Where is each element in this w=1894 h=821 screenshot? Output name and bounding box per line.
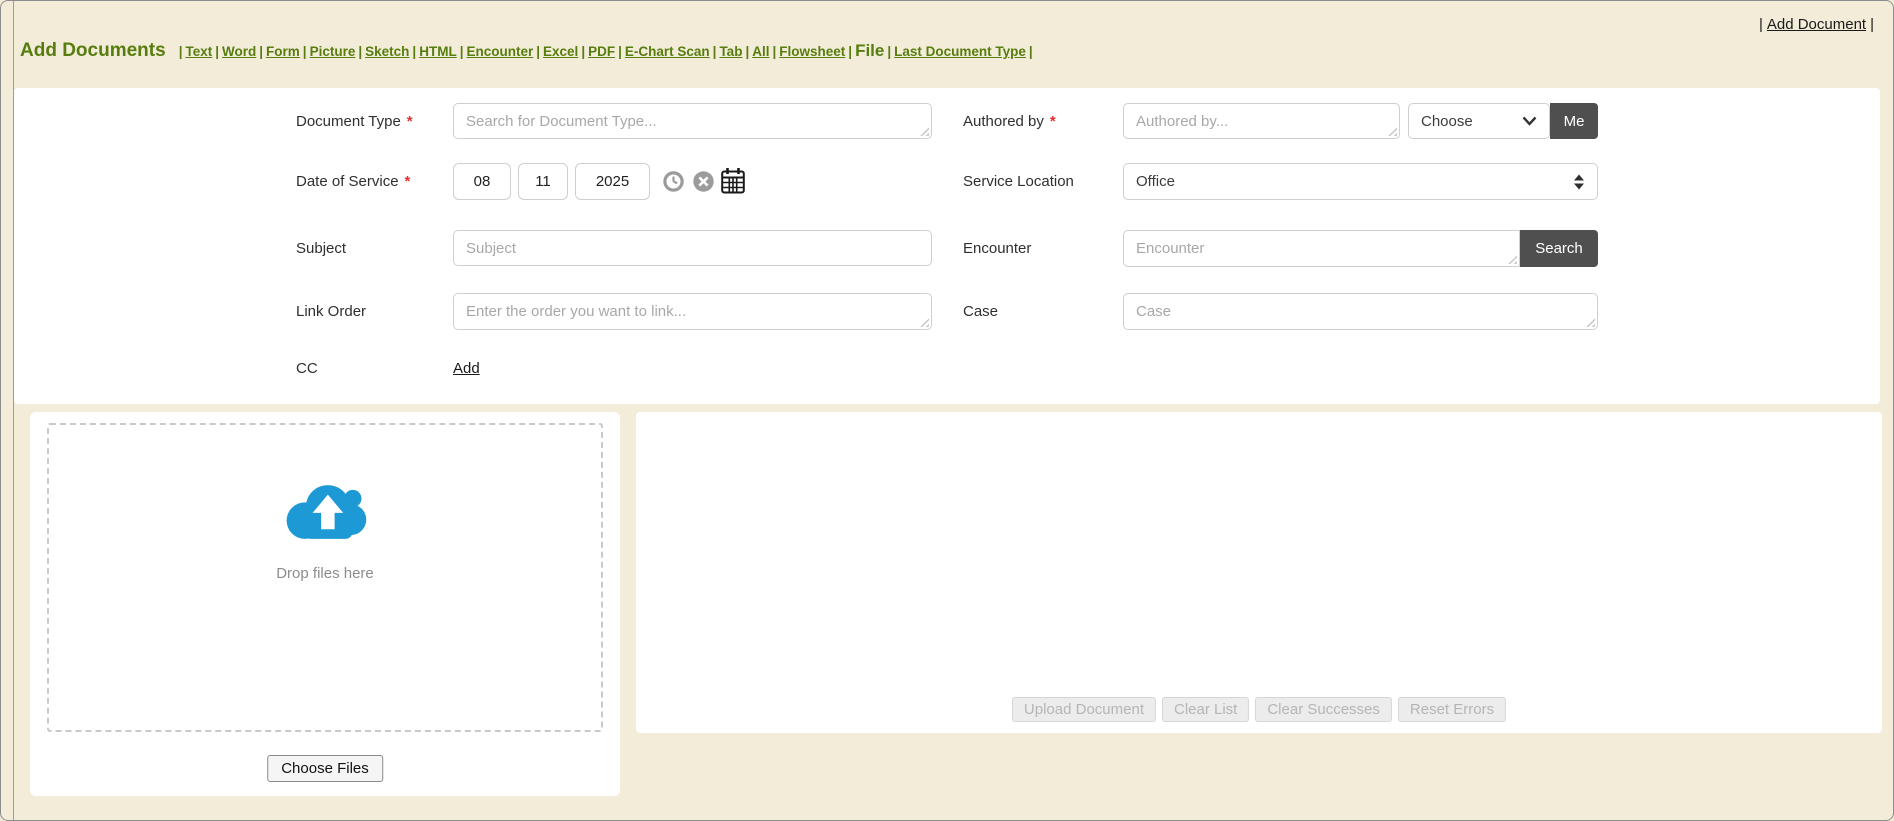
case-label: Case: [963, 303, 998, 320]
nav-link-pdf[interactable]: PDF: [588, 44, 615, 59]
nav-link-file[interactable]: File: [855, 41, 884, 60]
nav-link-picture[interactable]: Picture: [310, 44, 356, 59]
top-right-nav: |Add Document|: [1755, 16, 1878, 33]
nav-separator: |: [1870, 16, 1874, 33]
encounter-label: Encounter: [963, 240, 1031, 257]
case-input[interactable]: [1123, 293, 1598, 330]
document-type-label: Document Type*: [296, 113, 413, 130]
nav-link-text[interactable]: Text: [185, 44, 212, 59]
upload-document-button[interactable]: Upload Document: [1012, 697, 1156, 722]
calendar-icon[interactable]: [720, 167, 746, 195]
link-order-label: Link Order: [296, 303, 366, 320]
page-title: Add Documents: [20, 40, 166, 61]
subject-label: Subject: [296, 240, 346, 257]
clock-icon[interactable]: [662, 170, 685, 193]
clear-date-icon[interactable]: [692, 170, 715, 193]
clear-list-button[interactable]: Clear List: [1162, 697, 1249, 722]
nav-separator: |: [581, 44, 585, 59]
nav-link-e-chart-scan[interactable]: E-Chart Scan: [625, 44, 710, 59]
drop-zone[interactable]: Drop files here: [47, 423, 603, 732]
nav-separator: |: [713, 44, 717, 59]
service-location-select[interactable]: Office: [1123, 163, 1598, 200]
nav-separator: |: [303, 44, 307, 59]
upload-actions: Upload Document Clear List Clear Success…: [1012, 697, 1506, 722]
authored-by-input[interactable]: [1123, 103, 1400, 139]
required-marker: *: [405, 173, 411, 190]
nav-link-excel[interactable]: Excel: [543, 44, 578, 59]
date-day-input[interactable]: [518, 163, 568, 200]
nav-link-flowsheet[interactable]: Flowsheet: [779, 44, 845, 59]
link-order-input[interactable]: [453, 293, 932, 330]
nav-separator: |: [259, 44, 263, 59]
encounter-input[interactable]: [1123, 230, 1520, 267]
required-marker: *: [407, 113, 413, 130]
nav-separator: |: [358, 44, 362, 59]
choose-author-select[interactable]: Choose: [1408, 103, 1550, 139]
nav-separator: |: [887, 44, 891, 59]
nav-separator: |: [412, 44, 416, 59]
upload-list-panel: Upload Document Clear List Clear Success…: [636, 412, 1882, 733]
nav-separator: |: [215, 44, 219, 59]
header-bar: Add Documents|Text|Word|Form|Picture|Ske…: [20, 40, 1036, 62]
nav-link-tab[interactable]: Tab: [719, 44, 742, 59]
required-marker: *: [1050, 113, 1056, 130]
document-type-input[interactable]: [453, 103, 932, 139]
me-button[interactable]: Me: [1550, 103, 1598, 139]
drop-files-text: Drop files here: [49, 565, 601, 582]
nav-link-last-document-type[interactable]: Last Document Type: [894, 44, 1026, 59]
date-year-input[interactable]: [575, 163, 650, 200]
nav-separator: |: [772, 44, 776, 59]
authored-by-label: Authored by*: [963, 113, 1056, 130]
add-document-link[interactable]: Add Document: [1767, 16, 1866, 33]
nav-separator: |: [618, 44, 622, 59]
date-month-input[interactable]: [453, 163, 511, 200]
nav-separator: |: [848, 44, 852, 59]
reset-errors-button[interactable]: Reset Errors: [1398, 697, 1506, 722]
nav-separator: |: [745, 44, 749, 59]
date-of-service-label: Date of Service*: [296, 173, 410, 190]
choose-files-button[interactable]: Choose Files: [267, 755, 383, 782]
file-upload-panel: Drop files here Choose Files: [30, 412, 620, 796]
nav-link-form[interactable]: Form: [266, 44, 300, 59]
encounter-search-button[interactable]: Search: [1520, 230, 1598, 267]
nav-separator: |: [179, 44, 183, 59]
subject-input[interactable]: [453, 230, 932, 266]
nav-separator: |: [1029, 44, 1033, 59]
nav-link-html[interactable]: HTML: [419, 44, 457, 59]
nav-link-sketch[interactable]: Sketch: [365, 44, 409, 59]
cc-add-link[interactable]: Add: [453, 360, 480, 377]
nav-link-word[interactable]: Word: [222, 44, 256, 59]
service-location-label: Service Location: [963, 173, 1074, 190]
nav-link-encounter[interactable]: Encounter: [466, 44, 533, 59]
cc-label: CC: [296, 360, 318, 377]
clear-successes-button[interactable]: Clear Successes: [1255, 697, 1392, 722]
nav-link-all[interactable]: All: [752, 44, 769, 59]
document-form-panel: Document Type* Authored by* Choose Me Da…: [14, 88, 1880, 404]
cloud-upload-icon: [277, 477, 373, 545]
nav-separator: |: [460, 44, 464, 59]
nav-separator: |: [1759, 16, 1763, 33]
nav-separator: |: [536, 44, 540, 59]
